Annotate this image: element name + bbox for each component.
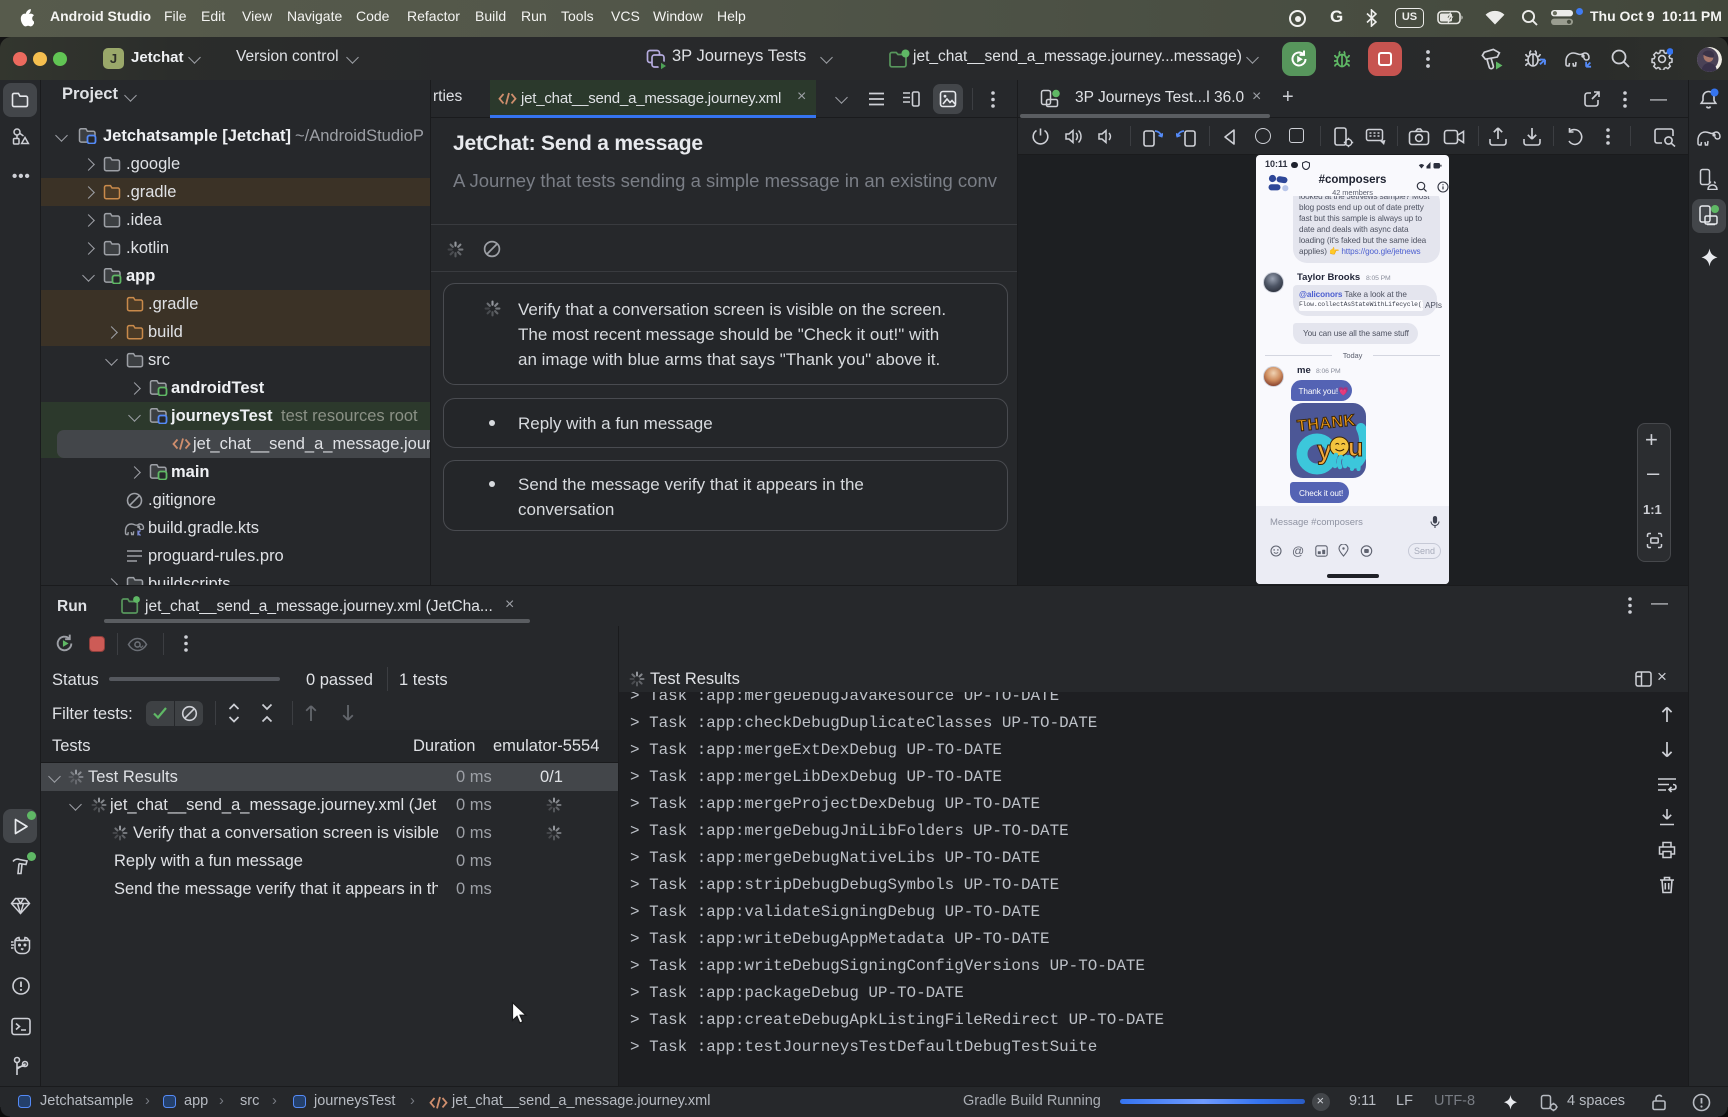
svg-text:u: u xyxy=(1348,434,1363,462)
svg-text:y: y xyxy=(1317,435,1332,465)
